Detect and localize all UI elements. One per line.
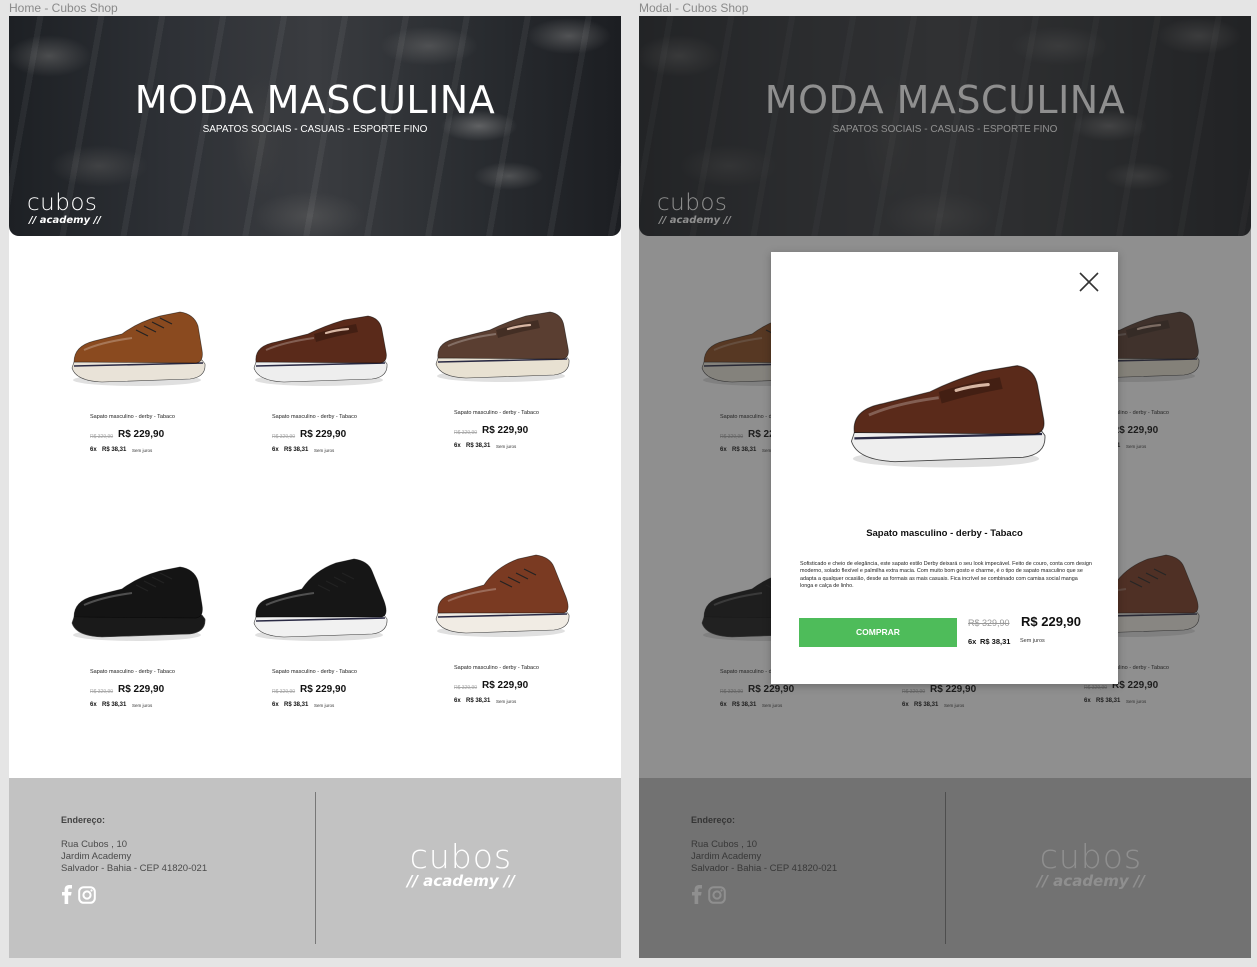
footer-divider xyxy=(315,792,316,944)
product-modal: Sapato masculino - derby - Tabaco Sofist… xyxy=(771,252,1118,684)
modal-product-title: Sapato masculino - derby - Tabaco xyxy=(866,528,1023,539)
shoe-image[interactable] xyxy=(426,282,576,392)
product-name: Sapato masculino - derby - Tabaco xyxy=(90,414,175,420)
header-logo-word: cubos xyxy=(27,190,98,216)
product-interest: Sem juros xyxy=(314,703,335,708)
product-installment-value: R$ 38,31 xyxy=(466,443,491,449)
shoe-image[interactable] xyxy=(62,286,212,396)
close-icon[interactable] xyxy=(1075,268,1103,296)
product-price: R$ 229,90 xyxy=(300,684,347,695)
hero-subtitle: SAPATOS SOCIAIS - CASUAIS - ESPORTE FINO xyxy=(202,124,428,135)
product-card-4[interactable]: Sapato masculino - derby - Tabaco R$ 329… xyxy=(62,541,212,721)
product-interest: Sem juros xyxy=(496,699,517,704)
footer-logo-sub: // academy // xyxy=(407,872,515,890)
instagram-icon[interactable] xyxy=(78,885,96,904)
product-installments: 6x xyxy=(272,447,279,453)
product-old-price: R$ 329,90 xyxy=(90,689,114,695)
product-card-3[interactable]: Sapato masculino - derby - Tabaco R$ 329… xyxy=(426,282,576,462)
shoe-image[interactable] xyxy=(244,286,394,396)
address-line: Salvador - Bahia - CEP 41820-021 xyxy=(61,863,208,874)
address-label: Endereço: xyxy=(61,815,106,825)
product-installments: 6x xyxy=(90,702,97,708)
product-card-1[interactable]: Sapato masculino - derby - Tabaco R$ 329… xyxy=(62,286,212,466)
modal-description: Sofisticado e cheio de elegância, este s… xyxy=(800,561,1092,589)
modal-old-price: R$ 329,90 xyxy=(968,618,1010,628)
buy-button[interactable]: COMPRAR xyxy=(799,618,957,647)
product-installments: 6x xyxy=(454,698,461,704)
modal-frame: MODA MASCULINA SAPATOS SOCIAIS - CASUAIS… xyxy=(639,16,1251,958)
header-logo-sub: // academy // xyxy=(29,215,101,226)
product-name: Sapato masculino - derby - Tabaco xyxy=(454,665,539,671)
modal-installments: 6x xyxy=(968,637,977,646)
product-old-price: R$ 329,90 xyxy=(272,689,296,695)
modal-shoe-image xyxy=(850,365,1046,468)
footer-logo-word: cubos xyxy=(409,837,513,876)
frame-label-home: Home - Cubos Shop xyxy=(9,1,118,15)
social-links xyxy=(61,885,96,904)
product-installments: 6x xyxy=(90,447,97,453)
product-old-price: R$ 329,90 xyxy=(454,430,478,436)
product-interest: Sem juros xyxy=(132,703,153,708)
hero-title: MODA MASCULINA xyxy=(134,78,496,122)
footer: Endereço: Rua Cubos , 10 Jardim Academy … xyxy=(9,778,621,958)
product-price: R$ 229,90 xyxy=(118,684,165,695)
shoe-image[interactable] xyxy=(244,541,394,651)
product-installments: 6x xyxy=(272,702,279,708)
hero-banner: MODA MASCULINA SAPATOS SOCIAIS - CASUAIS… xyxy=(9,16,621,236)
product-installment-value: R$ 38,31 xyxy=(102,702,127,708)
product-name: Sapato masculino - derby - Tabaco xyxy=(454,410,539,416)
frame-label-modal: Modal - Cubos Shop xyxy=(639,1,749,15)
facebook-icon[interactable] xyxy=(61,885,73,904)
modal-installment-value: R$ 38,31 xyxy=(980,637,1011,646)
product-interest: Sem juros xyxy=(496,444,517,449)
shoe-image[interactable] xyxy=(62,541,212,651)
product-price: R$ 229,90 xyxy=(118,429,165,440)
product-name: Sapato masculino - derby - Tabaco xyxy=(272,414,357,420)
product-old-price: R$ 329,90 xyxy=(272,434,296,440)
product-installment-value: R$ 38,31 xyxy=(284,702,309,708)
address-line: Jardim Academy xyxy=(61,851,132,862)
product-old-price: R$ 329,90 xyxy=(454,685,478,691)
modal-interest: Sem juros xyxy=(1020,638,1045,644)
home-frame: MODA MASCULINA SAPATOS SOCIAIS - CASUAIS… xyxy=(9,16,621,958)
product-name: Sapato masculino - derby - Tabaco xyxy=(272,669,357,675)
product-interest: Sem juros xyxy=(132,448,153,453)
product-card-6[interactable]: Sapato masculino - derby - Tabaco R$ 329… xyxy=(426,537,576,717)
product-installment-value: R$ 38,31 xyxy=(102,447,127,453)
product-card-2[interactable]: Sapato masculino - derby - Tabaco R$ 329… xyxy=(244,286,394,466)
shoe-image[interactable] xyxy=(426,537,576,647)
product-price: R$ 229,90 xyxy=(482,680,529,691)
footer-logo[interactable]: cubos // academy // xyxy=(407,840,515,889)
header-logo[interactable]: cubos // academy // xyxy=(27,192,101,226)
product-card-5[interactable]: Sapato masculino - derby - Tabaco R$ 329… xyxy=(244,541,394,721)
product-interest: Sem juros xyxy=(314,448,335,453)
address-line: Rua Cubos , 10 xyxy=(61,839,128,850)
product-old-price: R$ 329,90 xyxy=(90,434,114,440)
product-installment-value: R$ 38,31 xyxy=(284,447,309,453)
product-price: R$ 229,90 xyxy=(482,425,529,436)
product-installments: 6x xyxy=(454,443,461,449)
product-installment-value: R$ 38,31 xyxy=(466,698,491,704)
product-price: R$ 229,90 xyxy=(300,429,347,440)
modal-price: R$ 229,90 xyxy=(1021,614,1081,629)
product-name: Sapato masculino - derby - Tabaco xyxy=(90,669,175,675)
